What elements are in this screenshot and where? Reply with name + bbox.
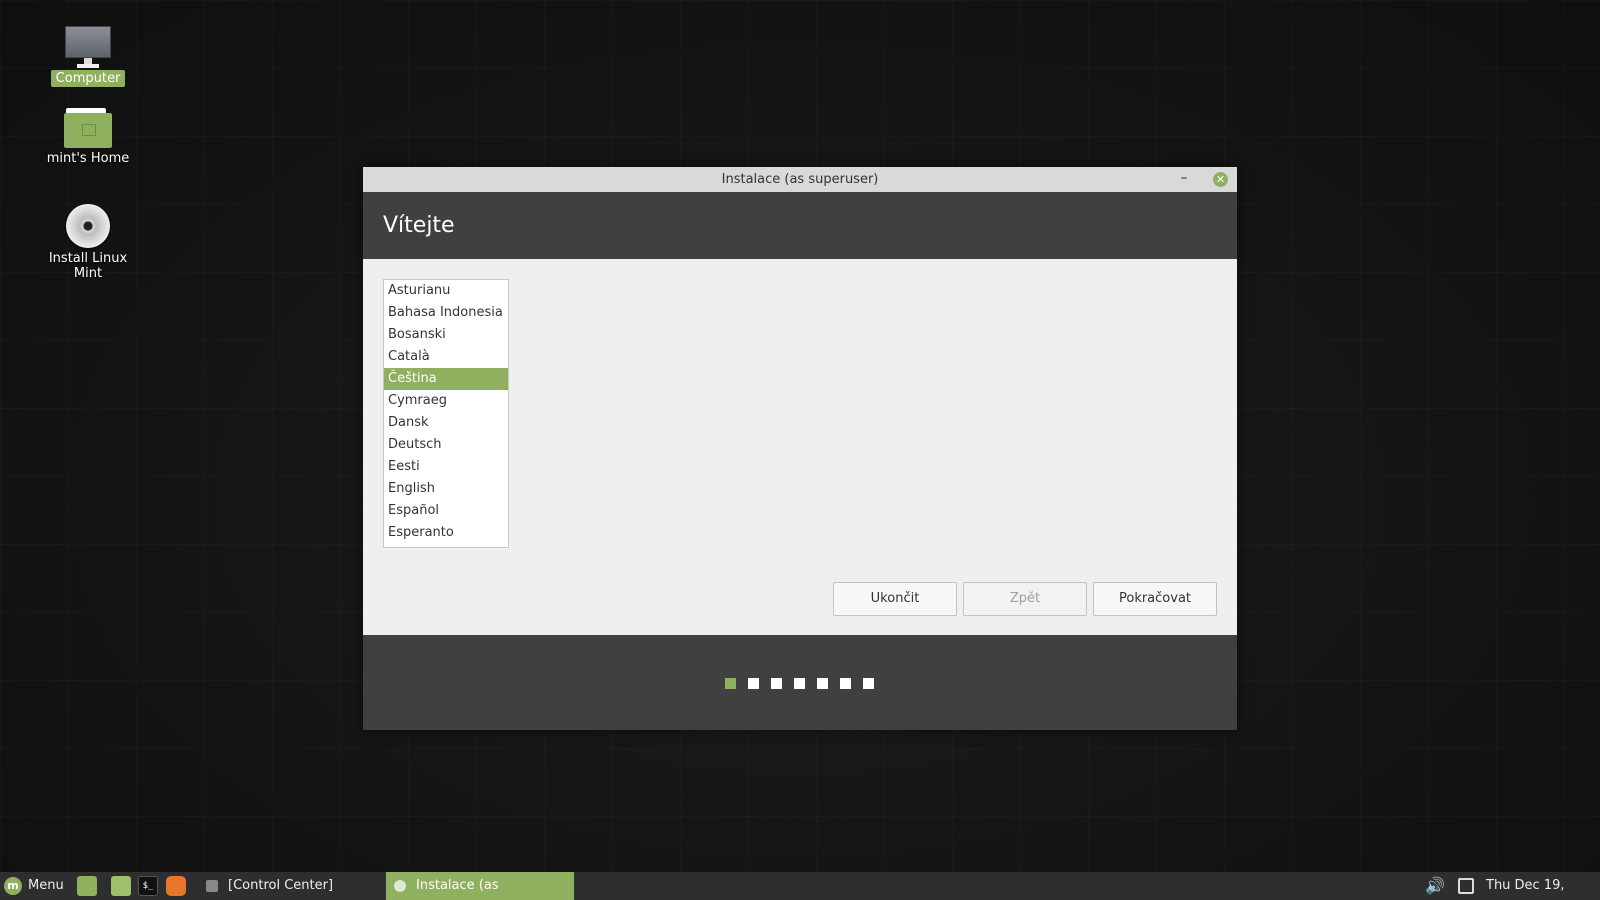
step-dot <box>863 678 874 689</box>
step-indicator <box>725 678 886 689</box>
files-icon[interactable] <box>111 876 131 896</box>
menu-button[interactable]: m Menu <box>4 872 64 900</box>
language-option[interactable]: Deutsch <box>384 434 508 456</box>
terminal-icon[interactable]: $_ <box>138 876 158 896</box>
task-control-center[interactable]: [Control Center] <box>198 872 376 900</box>
home-folder-icon <box>64 108 112 148</box>
step-dot <box>794 678 805 689</box>
page-title: Vítejte <box>363 192 1237 259</box>
window-title: Instalace (as superuser) <box>721 172 879 187</box>
content-area: Asturianu Bahasa Indonesia Bosanski Català Č… <box>363 259 1237 635</box>
volume-icon[interactable]: 🔊 <box>1425 872 1445 900</box>
task-label: Instalace (as superuser) <box>416 878 499 893</box>
language-option[interactable]: English <box>384 478 508 500</box>
menu-label: Menu <box>28 878 64 893</box>
installer-icon <box>394 879 406 892</box>
show-desktop-icon[interactable] <box>77 876 97 896</box>
step-dot <box>840 678 851 689</box>
desktop-icon-home[interactable]: mint's Home <box>28 108 148 167</box>
language-option[interactable]: Bahasa Indonesia <box>384 302 508 324</box>
step-dot <box>771 678 782 689</box>
desktop-icon-computer[interactable]: Computer <box>28 26 148 87</box>
window-titlebar[interactable]: Instalace (as superuser) – ✕ <box>363 167 1237 192</box>
minimize-icon[interactable]: – <box>1176 167 1192 192</box>
step-dot <box>817 678 828 689</box>
language-option[interactable]: Asturianu <box>384 280 508 302</box>
desktop-icon-label: Install Linux Mint <box>48 251 128 281</box>
disc-icon <box>66 204 110 248</box>
step-dot <box>748 678 759 689</box>
language-option[interactable]: Bosanski <box>384 324 508 346</box>
mint-logo-icon: m <box>4 876 22 895</box>
language-option[interactable]: Català <box>384 346 508 368</box>
notifications-icon[interactable] <box>1458 878 1474 894</box>
language-option[interactable]: Cymraeg <box>384 390 508 412</box>
language-option[interactable]: Esperanto <box>384 522 508 544</box>
progress-footer <box>363 635 1237 730</box>
installer-window: Instalace (as superuser) – ✕ Vítejte Ast… <box>363 167 1237 730</box>
back-button[interactable]: Zpět <box>963 582 1087 616</box>
desktop-icon-label: Computer <box>50 70 126 87</box>
quit-button[interactable]: Ukončit <box>833 582 957 616</box>
close-icon[interactable]: ✕ <box>1213 172 1228 187</box>
clock[interactable]: Thu Dec 19, 20:06 <box>1486 872 1600 900</box>
language-option[interactable]: Eesti <box>384 456 508 478</box>
desktop-icon-label: mint's Home <box>46 151 130 166</box>
firefox-icon[interactable] <box>166 876 186 896</box>
taskbar: m Menu $_ [Control Center] Instalace (as … <box>0 872 1600 900</box>
language-option[interactable]: Dansk <box>384 412 508 434</box>
desktop-icon-install[interactable]: Install Linux Mint <box>28 204 148 282</box>
control-center-icon <box>206 879 218 892</box>
task-installer[interactable]: Instalace (as superuser) <box>386 872 574 900</box>
step-dot <box>725 678 736 689</box>
computer-icon <box>65 26 111 68</box>
language-option[interactable]: Español <box>384 500 508 522</box>
language-list[interactable]: Asturianu Bahasa Indonesia Bosanski Català Č… <box>383 279 509 548</box>
continue-button[interactable]: Pokračovat <box>1093 582 1217 616</box>
task-label: [Control Center] <box>228 878 334 893</box>
language-option[interactable]: Čeština <box>384 368 508 390</box>
